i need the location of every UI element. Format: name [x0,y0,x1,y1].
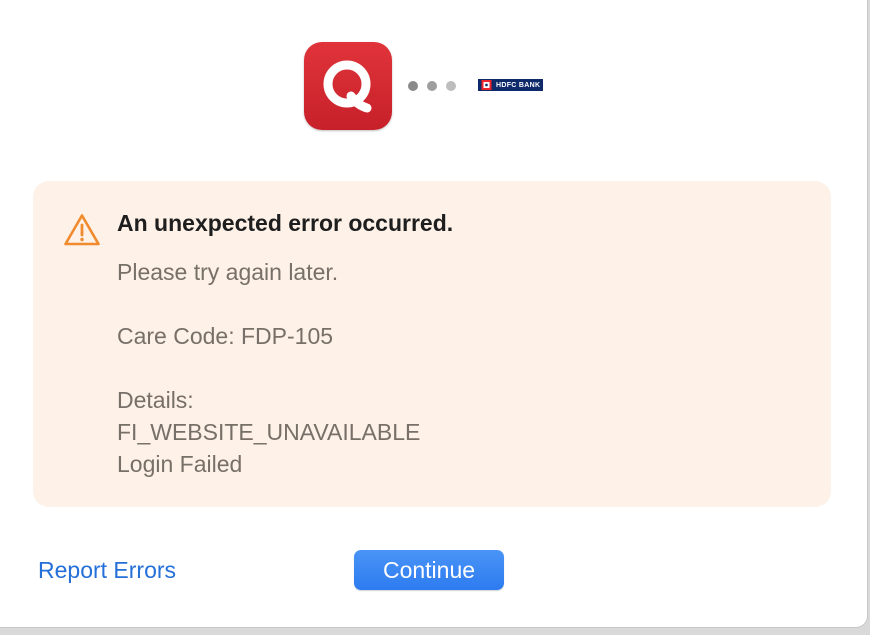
continue-button[interactable]: Continue [354,550,504,590]
error-title: An unexpected error occurred. [117,210,454,236]
error-panel: An unexpected error occurred. Please try… [33,181,831,507]
care-code: Care Code: FDP-105 [117,323,334,349]
progress-dot [427,81,437,91]
detail-message: Login Failed [117,451,243,477]
progress-dot [408,81,418,91]
hdfc-bank-logo: HDFC BANK [478,79,544,91]
quicken-q-glyph [323,60,372,113]
detail-code: FI_WEBSITE_UNAVAILABLE [117,419,421,445]
report-errors-link[interactable]: Report Errors [38,557,176,584]
warning-icon [64,214,100,246]
error-dialog: HDFC BANK An unexpected error occurred. … [0,0,868,628]
error-subtitle: Please try again later. [117,259,339,285]
connection-header: HDFC BANK [304,42,544,130]
bank-name-label: HDFC BANK [496,81,541,89]
details-label: Details: [117,387,194,413]
progress-dot [446,81,456,91]
quicken-app-icon [304,42,392,130]
progress-dots [408,81,456,91]
hdfc-bank-mark-icon [480,80,492,90]
